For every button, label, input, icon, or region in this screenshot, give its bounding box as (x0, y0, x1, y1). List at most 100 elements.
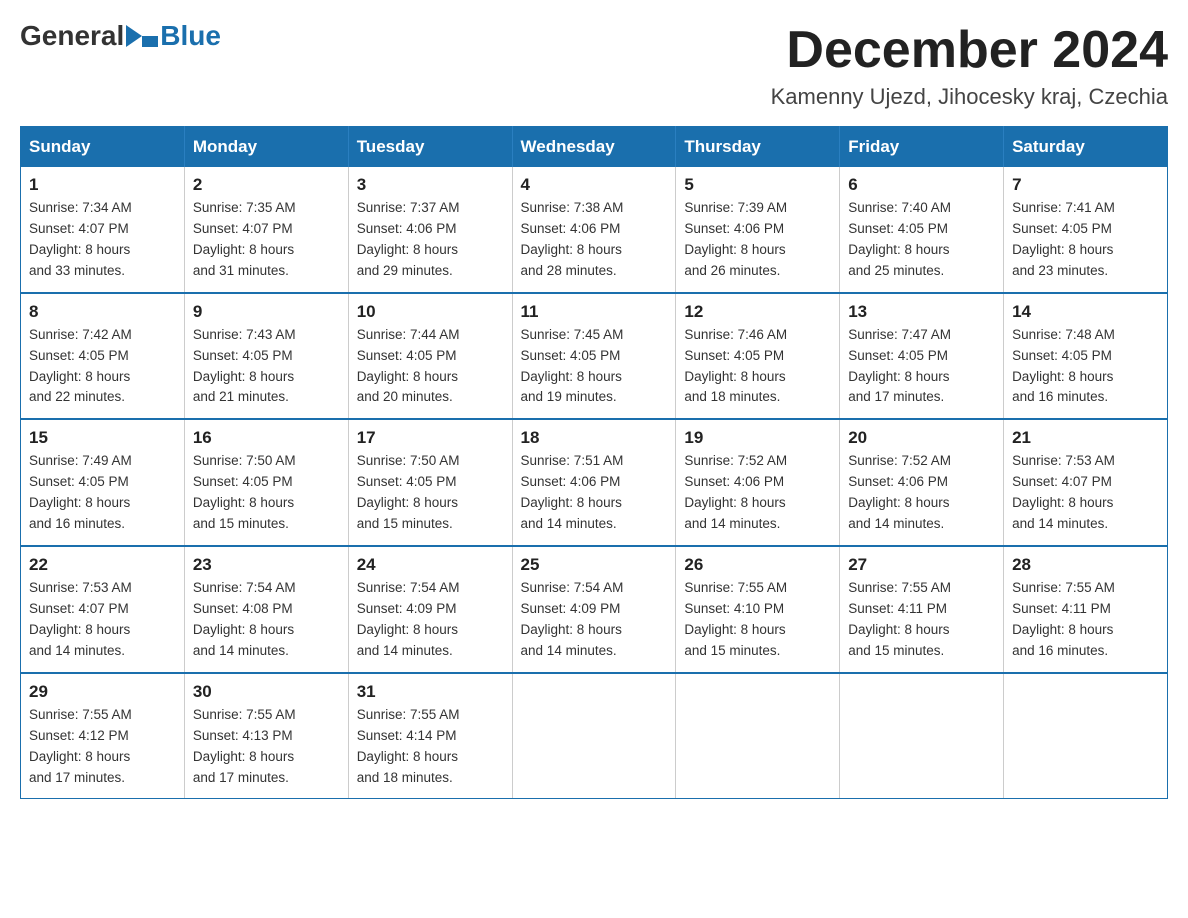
day-number: 9 (193, 302, 340, 322)
day-number: 23 (193, 555, 340, 575)
day-info: Sunrise: 7:43 AMSunset: 4:05 PMDaylight:… (193, 327, 296, 405)
week-row-1: 1 Sunrise: 7:34 AMSunset: 4:07 PMDayligh… (21, 167, 1168, 293)
day-info: Sunrise: 7:37 AMSunset: 4:06 PMDaylight:… (357, 200, 460, 278)
day-number: 17 (357, 428, 504, 448)
day-info: Sunrise: 7:52 AMSunset: 4:06 PMDaylight:… (684, 453, 787, 531)
calendar-cell: 12 Sunrise: 7:46 AMSunset: 4:05 PMDaylig… (676, 293, 840, 420)
week-row-2: 8 Sunrise: 7:42 AMSunset: 4:05 PMDayligh… (21, 293, 1168, 420)
day-number: 30 (193, 682, 340, 702)
calendar-cell: 4 Sunrise: 7:38 AMSunset: 4:06 PMDayligh… (512, 167, 676, 293)
calendar-cell: 22 Sunrise: 7:53 AMSunset: 4:07 PMDaylig… (21, 546, 185, 673)
calendar-cell: 13 Sunrise: 7:47 AMSunset: 4:05 PMDaylig… (840, 293, 1004, 420)
day-info: Sunrise: 7:54 AMSunset: 4:08 PMDaylight:… (193, 580, 296, 658)
day-number: 6 (848, 175, 995, 195)
calendar-cell: 1 Sunrise: 7:34 AMSunset: 4:07 PMDayligh… (21, 167, 185, 293)
header-friday: Friday (840, 127, 1004, 168)
day-number: 12 (684, 302, 831, 322)
month-title: December 2024 (771, 20, 1168, 80)
day-info: Sunrise: 7:34 AMSunset: 4:07 PMDaylight:… (29, 200, 132, 278)
day-number: 16 (193, 428, 340, 448)
day-number: 13 (848, 302, 995, 322)
day-info: Sunrise: 7:52 AMSunset: 4:06 PMDaylight:… (848, 453, 951, 531)
calendar-cell: 2 Sunrise: 7:35 AMSunset: 4:07 PMDayligh… (184, 167, 348, 293)
day-number: 26 (684, 555, 831, 575)
day-number: 29 (29, 682, 176, 702)
calendar-cell (676, 673, 840, 799)
day-info: Sunrise: 7:55 AMSunset: 4:11 PMDaylight:… (848, 580, 951, 658)
day-number: 24 (357, 555, 504, 575)
day-number: 4 (521, 175, 668, 195)
weekday-header-row: Sunday Monday Tuesday Wednesday Thursday… (21, 127, 1168, 168)
day-info: Sunrise: 7:55 AMSunset: 4:10 PMDaylight:… (684, 580, 787, 658)
day-number: 2 (193, 175, 340, 195)
day-number: 28 (1012, 555, 1159, 575)
day-number: 15 (29, 428, 176, 448)
header-saturday: Saturday (1004, 127, 1168, 168)
day-number: 11 (521, 302, 668, 322)
day-info: Sunrise: 7:42 AMSunset: 4:05 PMDaylight:… (29, 327, 132, 405)
week-row-4: 22 Sunrise: 7:53 AMSunset: 4:07 PMDaylig… (21, 546, 1168, 673)
calendar-cell: 8 Sunrise: 7:42 AMSunset: 4:05 PMDayligh… (21, 293, 185, 420)
calendar-cell: 15 Sunrise: 7:49 AMSunset: 4:05 PMDaylig… (21, 419, 185, 546)
day-number: 20 (848, 428, 995, 448)
calendar-cell: 3 Sunrise: 7:37 AMSunset: 4:06 PMDayligh… (348, 167, 512, 293)
calendar-cell: 5 Sunrise: 7:39 AMSunset: 4:06 PMDayligh… (676, 167, 840, 293)
calendar-cell: 11 Sunrise: 7:45 AMSunset: 4:05 PMDaylig… (512, 293, 676, 420)
day-info: Sunrise: 7:53 AMSunset: 4:07 PMDaylight:… (1012, 453, 1115, 531)
calendar-cell: 27 Sunrise: 7:55 AMSunset: 4:11 PMDaylig… (840, 546, 1004, 673)
header-tuesday: Tuesday (348, 127, 512, 168)
header-monday: Monday (184, 127, 348, 168)
header-thursday: Thursday (676, 127, 840, 168)
day-number: 19 (684, 428, 831, 448)
calendar-cell: 14 Sunrise: 7:48 AMSunset: 4:05 PMDaylig… (1004, 293, 1168, 420)
day-info: Sunrise: 7:55 AMSunset: 4:12 PMDaylight:… (29, 707, 132, 785)
day-number: 5 (684, 175, 831, 195)
day-info: Sunrise: 7:45 AMSunset: 4:05 PMDaylight:… (521, 327, 624, 405)
title-area: December 2024 Kamenny Ujezd, Jihocesky k… (771, 20, 1168, 110)
day-info: Sunrise: 7:35 AMSunset: 4:07 PMDaylight:… (193, 200, 296, 278)
page-header: General Blue December 2024 Kamenny Ujezd… (20, 20, 1168, 110)
calendar-cell: 19 Sunrise: 7:52 AMSunset: 4:06 PMDaylig… (676, 419, 840, 546)
header-sunday: Sunday (21, 127, 185, 168)
header-wednesday: Wednesday (512, 127, 676, 168)
calendar-cell: 7 Sunrise: 7:41 AMSunset: 4:05 PMDayligh… (1004, 167, 1168, 293)
day-info: Sunrise: 7:48 AMSunset: 4:05 PMDaylight:… (1012, 327, 1115, 405)
logo-flag-icon (126, 25, 158, 47)
day-info: Sunrise: 7:41 AMSunset: 4:05 PMDaylight:… (1012, 200, 1115, 278)
day-number: 1 (29, 175, 176, 195)
calendar-table: Sunday Monday Tuesday Wednesday Thursday… (20, 126, 1168, 799)
logo-blue-text: Blue (160, 20, 221, 52)
week-row-5: 29 Sunrise: 7:55 AMSunset: 4:12 PMDaylig… (21, 673, 1168, 799)
calendar-cell: 30 Sunrise: 7:55 AMSunset: 4:13 PMDaylig… (184, 673, 348, 799)
calendar-cell: 16 Sunrise: 7:50 AMSunset: 4:05 PMDaylig… (184, 419, 348, 546)
day-info: Sunrise: 7:46 AMSunset: 4:05 PMDaylight:… (684, 327, 787, 405)
logo: General Blue (20, 20, 221, 52)
day-number: 21 (1012, 428, 1159, 448)
day-info: Sunrise: 7:55 AMSunset: 4:14 PMDaylight:… (357, 707, 460, 785)
day-number: 10 (357, 302, 504, 322)
day-info: Sunrise: 7:38 AMSunset: 4:06 PMDaylight:… (521, 200, 624, 278)
day-info: Sunrise: 7:54 AMSunset: 4:09 PMDaylight:… (521, 580, 624, 658)
calendar-cell: 29 Sunrise: 7:55 AMSunset: 4:12 PMDaylig… (21, 673, 185, 799)
day-info: Sunrise: 7:49 AMSunset: 4:05 PMDaylight:… (29, 453, 132, 531)
day-info: Sunrise: 7:40 AMSunset: 4:05 PMDaylight:… (848, 200, 951, 278)
calendar-cell: 21 Sunrise: 7:53 AMSunset: 4:07 PMDaylig… (1004, 419, 1168, 546)
calendar-cell: 28 Sunrise: 7:55 AMSunset: 4:11 PMDaylig… (1004, 546, 1168, 673)
day-number: 7 (1012, 175, 1159, 195)
calendar-cell: 31 Sunrise: 7:55 AMSunset: 4:14 PMDaylig… (348, 673, 512, 799)
calendar-cell: 24 Sunrise: 7:54 AMSunset: 4:09 PMDaylig… (348, 546, 512, 673)
calendar-cell: 6 Sunrise: 7:40 AMSunset: 4:05 PMDayligh… (840, 167, 1004, 293)
calendar-cell: 18 Sunrise: 7:51 AMSunset: 4:06 PMDaylig… (512, 419, 676, 546)
day-number: 14 (1012, 302, 1159, 322)
day-info: Sunrise: 7:51 AMSunset: 4:06 PMDaylight:… (521, 453, 624, 531)
calendar-cell (512, 673, 676, 799)
day-number: 3 (357, 175, 504, 195)
calendar-cell: 25 Sunrise: 7:54 AMSunset: 4:09 PMDaylig… (512, 546, 676, 673)
day-info: Sunrise: 7:50 AMSunset: 4:05 PMDaylight:… (193, 453, 296, 531)
day-info: Sunrise: 7:55 AMSunset: 4:11 PMDaylight:… (1012, 580, 1115, 658)
calendar-cell: 10 Sunrise: 7:44 AMSunset: 4:05 PMDaylig… (348, 293, 512, 420)
day-number: 18 (521, 428, 668, 448)
calendar-cell: 17 Sunrise: 7:50 AMSunset: 4:05 PMDaylig… (348, 419, 512, 546)
day-number: 22 (29, 555, 176, 575)
calendar-cell (1004, 673, 1168, 799)
